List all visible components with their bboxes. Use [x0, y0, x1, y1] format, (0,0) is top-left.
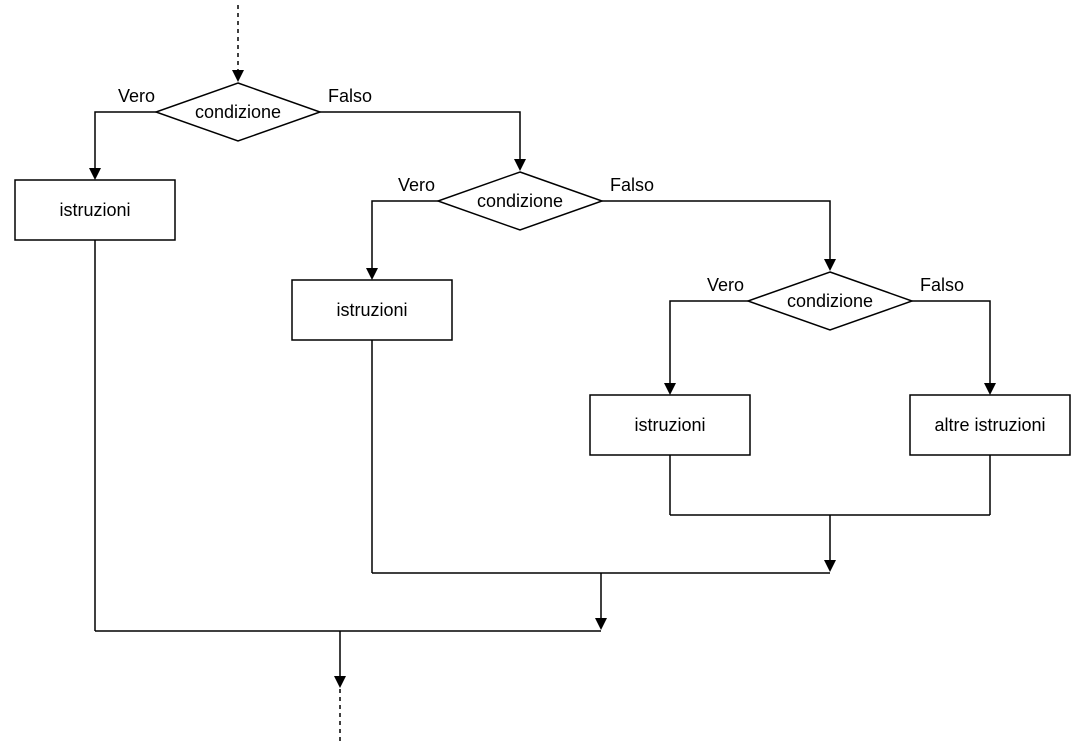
- decision-cond3: condizione: [748, 272, 912, 330]
- process-instr2: istruzioni: [292, 280, 452, 340]
- decision-cond2-label: condizione: [477, 191, 563, 211]
- edge-cond2-false: [602, 201, 830, 269]
- process-other: altre istruzioni: [910, 395, 1070, 455]
- edge-cond1-true-label: Vero: [118, 86, 155, 106]
- edge-cond1-false: [320, 112, 520, 169]
- process-instr1-label: istruzioni: [59, 200, 130, 220]
- flowchart-diagram: condizione Vero Falso istruzioni condizi…: [0, 0, 1087, 747]
- edge-cond1-true: [95, 112, 156, 178]
- decision-cond3-label: condizione: [787, 291, 873, 311]
- decision-cond1-label: condizione: [195, 102, 281, 122]
- edge-cond1-false-label: Falso: [328, 86, 372, 106]
- edge-cond2-true: [372, 201, 438, 278]
- edge-cond3-false: [912, 301, 990, 393]
- process-other-label: altre istruzioni: [934, 415, 1045, 435]
- edge-cond3-true-label: Vero: [707, 275, 744, 295]
- decision-cond2: condizione: [438, 172, 602, 230]
- process-instr3-label: istruzioni: [634, 415, 705, 435]
- edge-cond3-false-label: Falso: [920, 275, 964, 295]
- process-instr3: istruzioni: [590, 395, 750, 455]
- process-instr1: istruzioni: [15, 180, 175, 240]
- edge-cond3-true: [670, 301, 748, 393]
- edge-cond2-true-label: Vero: [398, 175, 435, 195]
- edge-cond2-false-label: Falso: [610, 175, 654, 195]
- decision-cond1: condizione: [156, 83, 320, 141]
- process-instr2-label: istruzioni: [336, 300, 407, 320]
